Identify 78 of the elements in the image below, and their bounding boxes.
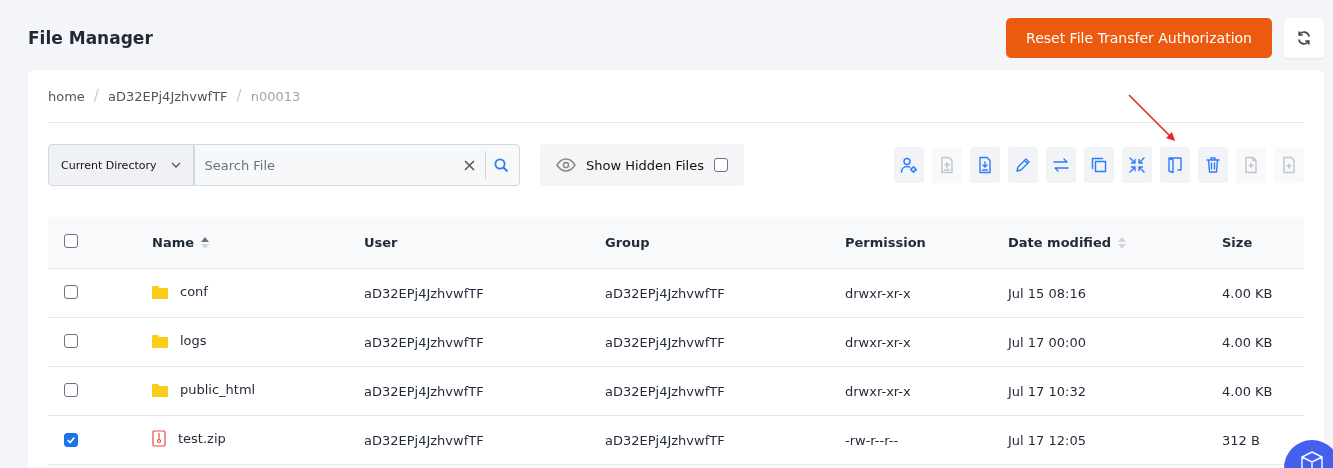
file-plus-icon bbox=[1242, 156, 1260, 174]
show-hidden-files-label: Show Hidden Files bbox=[586, 157, 704, 173]
checkbox[interactable] bbox=[714, 158, 728, 172]
trash-icon bbox=[1204, 156, 1222, 174]
row-checkbox[interactable] bbox=[64, 432, 78, 447]
table-cell: drwxr-xr-x bbox=[845, 285, 911, 301]
row-checkbox[interactable] bbox=[64, 284, 78, 299]
user-gear-icon bbox=[900, 156, 918, 174]
download-button[interactable] bbox=[970, 147, 1000, 183]
page-title: File Manager bbox=[28, 28, 153, 48]
file-name-link[interactable]: public_html bbox=[180, 382, 256, 398]
scope-dropdown[interactable]: Current Directory bbox=[48, 144, 194, 186]
chevron-down-icon bbox=[170, 162, 181, 168]
column-header[interactable]: Group bbox=[605, 235, 650, 250]
table-cell: 4.00 KB bbox=[1222, 285, 1273, 301]
folder-icon bbox=[152, 333, 168, 348]
table-cell: aD32EPj4JzhvwfTF bbox=[364, 383, 484, 399]
sort-icon[interactable] bbox=[200, 235, 210, 250]
show-hidden-files-toggle[interactable]: Show Hidden Files bbox=[540, 144, 744, 186]
swap-arrows-icon bbox=[1052, 156, 1070, 174]
search-icon[interactable] bbox=[494, 157, 509, 173]
pencil-icon bbox=[1014, 156, 1032, 174]
select-all-checkbox[interactable] bbox=[64, 234, 78, 248]
table-cell: aD32EPj4JzhvwfTF bbox=[364, 285, 484, 301]
file-upload-icon bbox=[938, 156, 956, 174]
breadcrumb-separator: / bbox=[236, 87, 242, 105]
file-name-link[interactable]: test.zip bbox=[178, 431, 226, 446]
table-cell: drwxr-xr-x bbox=[845, 334, 911, 350]
refresh-button[interactable] bbox=[1284, 18, 1324, 58]
annotation-arrow bbox=[1127, 93, 1177, 143]
delete-button[interactable] bbox=[1198, 147, 1228, 183]
breadcrumb-link[interactable]: aD32EPj4JzhvwfTF bbox=[107, 88, 228, 104]
column-header[interactable]: Size bbox=[1222, 235, 1253, 250]
table-cell: 4.00 KB bbox=[1222, 334, 1273, 350]
column-header[interactable]: Permission bbox=[845, 235, 926, 250]
search-input[interactable]: Search File bbox=[194, 147, 464, 183]
table-cell: 312 B bbox=[1222, 432, 1260, 448]
table-cell: drwxr-xr-x bbox=[845, 383, 911, 399]
compress-button[interactable] bbox=[1122, 147, 1152, 183]
table-cell: aD32EPj4JzhvwfTF bbox=[605, 285, 725, 301]
refresh-icon bbox=[1296, 30, 1312, 46]
table-cell: aD32EPj4JzhvwfTF bbox=[364, 334, 484, 350]
column-header[interactable]: User bbox=[364, 235, 398, 250]
checkmark-icon bbox=[66, 434, 76, 445]
table-cell: -rw-r--r-- bbox=[845, 432, 899, 448]
extract-button[interactable] bbox=[1160, 147, 1190, 183]
zip-file-icon bbox=[152, 430, 166, 447]
breadcrumb-separator: / bbox=[93, 87, 99, 105]
column-header[interactable]: Name bbox=[152, 235, 194, 250]
clear-icon[interactable] bbox=[464, 159, 475, 171]
copy-button[interactable] bbox=[1084, 147, 1114, 183]
compress-icon bbox=[1128, 156, 1146, 174]
row-checkbox[interactable] bbox=[64, 333, 78, 348]
table-cell: Jul 15 08:16 bbox=[1008, 285, 1086, 301]
file-plus-icon bbox=[1280, 156, 1298, 174]
column-header[interactable]: Date modified bbox=[1008, 235, 1112, 250]
table-cell: 4.00 KB bbox=[1222, 383, 1273, 399]
rename-button[interactable] bbox=[1008, 147, 1038, 183]
breadcrumb-link[interactable]: home bbox=[48, 88, 85, 104]
table-cell: aD32EPj4JzhvwfTF bbox=[605, 432, 725, 448]
table-cell: aD32EPj4JzhvwfTF bbox=[605, 383, 725, 399]
file-name-link[interactable]: conf bbox=[180, 284, 208, 300]
folder-icon bbox=[152, 284, 168, 299]
search-field[interactable]: Search File bbox=[193, 144, 520, 186]
table-cell: Jul 17 00:00 bbox=[1008, 334, 1086, 350]
move-button[interactable] bbox=[1046, 147, 1076, 183]
row-checkbox[interactable] bbox=[64, 382, 78, 397]
owner-button[interactable] bbox=[894, 147, 924, 183]
table-cell: Jul 17 10:32 bbox=[1008, 383, 1086, 399]
book-icon bbox=[1166, 156, 1184, 174]
table-cell: aD32EPj4JzhvwfTF bbox=[605, 334, 725, 350]
table-cell: aD32EPj4JzhvwfTF bbox=[364, 432, 484, 448]
copy-icon bbox=[1090, 156, 1108, 174]
eye-icon bbox=[556, 158, 576, 172]
file-name-link[interactable]: logs bbox=[180, 333, 207, 349]
file-download-icon bbox=[976, 156, 994, 174]
table-cell: Jul 17 12:05 bbox=[1008, 432, 1086, 448]
folder-icon bbox=[152, 382, 168, 397]
